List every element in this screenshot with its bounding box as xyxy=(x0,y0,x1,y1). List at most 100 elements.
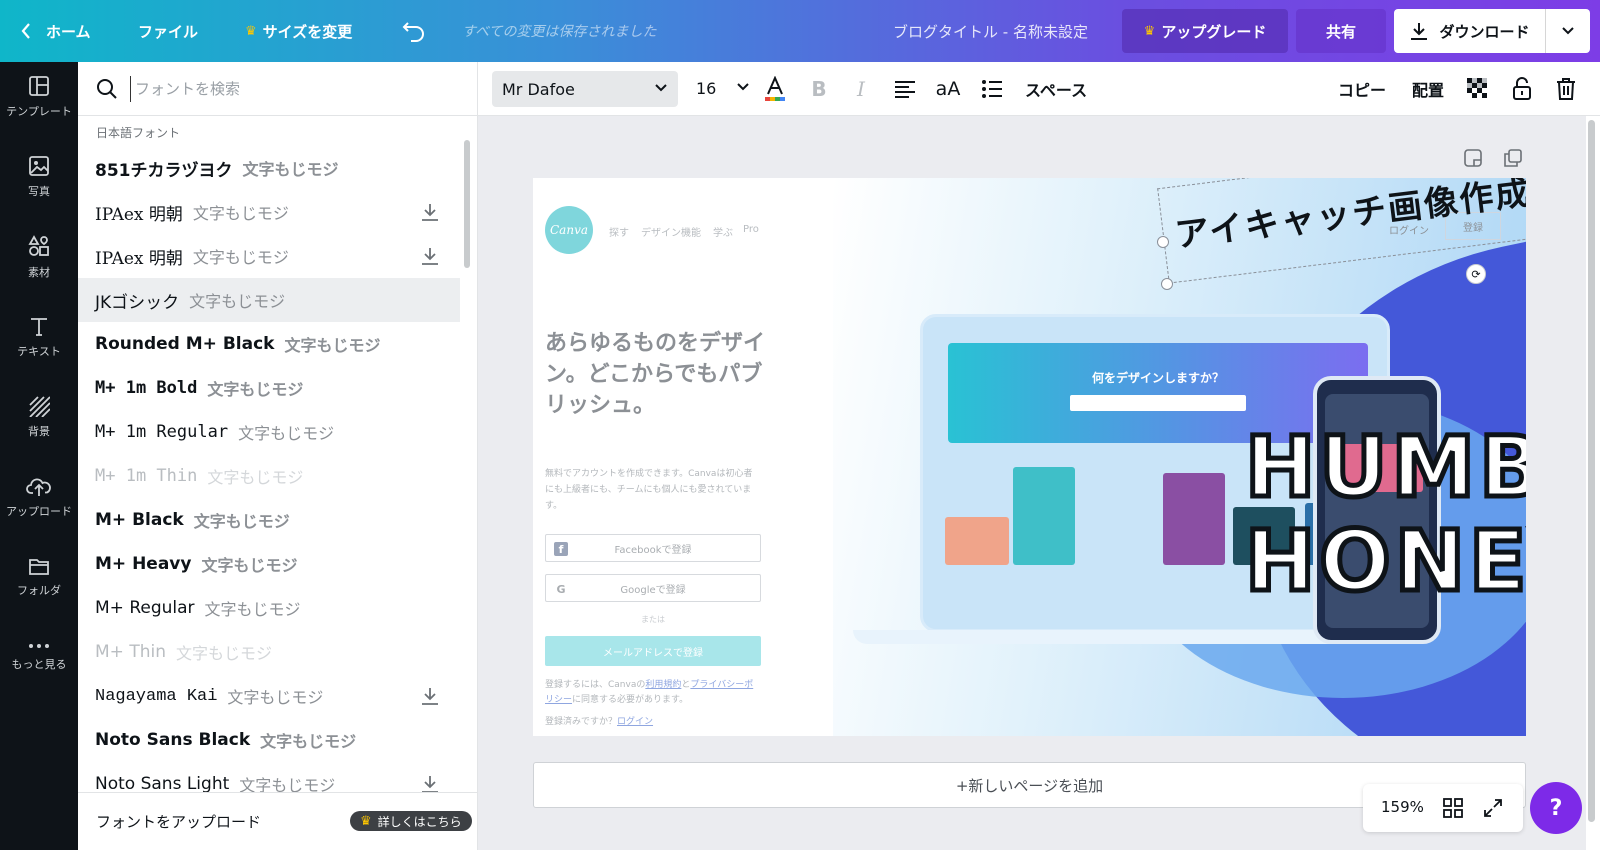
font-option-name: Noto Sans Light xyxy=(95,774,230,792)
facebook-signup-mock: f Facebookで登録 xyxy=(545,534,761,562)
rail-templates[interactable]: テンプレート xyxy=(0,62,78,132)
mini-nav-item: デザイン機能 xyxy=(641,228,701,239)
font-option[interactable]: M+ Thin 文字もじモジ xyxy=(78,630,460,674)
rotate-icon[interactable]: ⟳ xyxy=(1466,264,1486,284)
document-title[interactable]: ブログタイトル - 名称未設定 xyxy=(893,0,1088,62)
font-search-input[interactable] xyxy=(130,76,450,102)
rail-label: フォルダ xyxy=(17,584,61,597)
font-option[interactable]: Rounded M+ Black 文字もじモジ xyxy=(78,322,460,366)
or-divider: または xyxy=(641,615,665,624)
template-icon xyxy=(29,76,49,96)
resize-button[interactable]: ♛ サイズを変更 xyxy=(245,0,352,62)
letter-case-button[interactable]: aA xyxy=(934,62,962,116)
rail-folders[interactable]: フォルダ xyxy=(0,542,78,612)
help-button[interactable]: ? xyxy=(1530,782,1582,834)
mini-nav-item: Pro xyxy=(743,224,759,235)
download-button[interactable]: ダウンロード xyxy=(1394,9,1546,53)
font-option-sample: 文字もじモジ xyxy=(239,776,336,792)
zoom-level[interactable]: 159% xyxy=(1381,798,1424,816)
rail-more[interactable]: もっと見る xyxy=(0,622,78,692)
download-icon[interactable] xyxy=(420,686,440,706)
upload-fonts-link[interactable]: フォントをアップロード xyxy=(96,811,261,832)
google-label: Googleで登録 xyxy=(620,584,686,596)
already-text: 登録済みですか？ xyxy=(545,717,618,727)
font-option[interactable]: IPAex 明朝 文字もじモジ xyxy=(78,234,460,278)
big-text-line-2: HONEY xyxy=(1242,512,1526,611)
chevron-left-icon xyxy=(21,23,30,39)
elements-icon xyxy=(28,235,49,256)
resize-handle[interactable] xyxy=(1157,236,1169,248)
undo-icon[interactable] xyxy=(402,20,426,42)
arrange-button[interactable]: 配置 xyxy=(1412,62,1444,116)
font-option-sample: 文字もじモジ xyxy=(193,512,290,531)
font-list-scrollbar[interactable] xyxy=(464,140,470,268)
file-menu[interactable]: ファイル xyxy=(138,0,198,62)
download-label: ダウンロード xyxy=(1439,22,1530,41)
font-option[interactable]: 851チカラヅヨク 文字もじモジ xyxy=(78,146,460,190)
share-button[interactable]: 共有 xyxy=(1296,9,1386,53)
top-bar: ホーム ファイル ♛ サイズを変更 すべての変更は保存されました ブログタイトル… xyxy=(0,0,1600,62)
rail-label: テキスト xyxy=(17,345,61,358)
download-options-button[interactable] xyxy=(1546,9,1590,53)
save-status: すべての変更は保存されました xyxy=(462,24,657,40)
font-option-sample: 文字もじモジ xyxy=(207,468,304,487)
design-page[interactable]: Canva 探す デザイン機能 学ぶ Pro あらゆるものをデザイン。どこからで… xyxy=(533,178,1526,736)
grid-view-icon[interactable] xyxy=(1443,798,1463,818)
font-option[interactable]: M+ Heavy 文字もじモジ xyxy=(78,542,460,586)
chevron-down-icon xyxy=(1562,27,1574,35)
home-button[interactable]: ホーム xyxy=(20,0,91,62)
font-option[interactable]: M+ 1m Regular 文字もじモジ xyxy=(78,410,460,454)
copy-button[interactable]: コピー xyxy=(1338,62,1386,116)
rail-elements[interactable]: 素材 xyxy=(0,222,78,292)
font-family-value: Mr Dafoe xyxy=(502,79,575,99)
resize-handle[interactable] xyxy=(1161,278,1173,290)
workspace-scrollbar[interactable] xyxy=(1588,120,1595,822)
already-registered: 登録済みですか？ログイン xyxy=(545,714,653,727)
rail-uploads[interactable]: アップロード xyxy=(0,462,78,532)
font-option[interactable]: M+ 1m Thin 文字もじモジ xyxy=(78,454,460,498)
email-signup-mock: メールアドレスで登録 xyxy=(545,636,761,666)
humble-honey-text[interactable]: HUMBLE HONEY xyxy=(1242,418,1526,611)
upload-icon xyxy=(26,478,51,496)
font-option-sample: 文字もじモジ xyxy=(227,690,324,708)
align-button[interactable] xyxy=(892,62,918,116)
font-option-sample: 文字もじモジ xyxy=(192,204,289,223)
upgrade-button[interactable]: ♛ アップグレード xyxy=(1122,9,1288,53)
facebook-label: Facebookで登録 xyxy=(614,544,692,556)
bold-button[interactable]: B xyxy=(808,62,830,116)
download-icon[interactable] xyxy=(420,246,440,266)
background-icon xyxy=(29,396,50,417)
font-option[interactable]: Noto Sans Light 文字もじモジ xyxy=(78,762,460,792)
font-option[interactable]: M+ Black 文字もじモジ xyxy=(78,498,460,542)
rail-photos[interactable]: 写真 xyxy=(0,142,78,212)
font-family-dropdown[interactable]: Mr Dafoe xyxy=(492,71,678,107)
lock-button[interactable] xyxy=(1510,62,1534,116)
font-option[interactable]: M+ 1m Bold 文字もじモジ xyxy=(78,366,460,410)
download-icon[interactable] xyxy=(420,202,440,222)
note-icon[interactable] xyxy=(1463,148,1483,168)
font-option[interactable]: Nagayama Kai 文字もじモジ xyxy=(78,674,460,718)
italic-button[interactable]: I xyxy=(850,62,872,116)
font-size-value[interactable]: 16 xyxy=(696,79,716,98)
chevron-down-icon[interactable] xyxy=(736,80,750,94)
font-option[interactable]: M+ Regular 文字もじモジ xyxy=(78,586,460,630)
thumbnail xyxy=(1163,473,1225,565)
list-button[interactable] xyxy=(980,62,1004,116)
font-option[interactable]: Noto Sans Black 文字もじモジ xyxy=(78,718,460,762)
spacing-button[interactable]: スペース xyxy=(1025,62,1087,116)
rail-text[interactable]: テキスト xyxy=(0,302,78,372)
transparency-button[interactable] xyxy=(1466,62,1490,116)
download-icon[interactable] xyxy=(420,774,440,792)
learn-more-badge[interactable]: ♛ 詳しくはこちら xyxy=(350,811,472,831)
font-option-name: 851チカラヅヨク xyxy=(95,160,233,181)
font-option[interactable]: JKゴシック 文字もじモジ xyxy=(78,278,460,322)
duplicate-page-icon[interactable] xyxy=(1503,148,1523,168)
text-color-button[interactable] xyxy=(762,62,788,116)
font-option-sample: 文字もじモジ xyxy=(192,248,289,267)
fullscreen-icon[interactable] xyxy=(1483,798,1503,818)
font-option[interactable]: IPAex 明朝 文字もじモジ xyxy=(78,190,460,234)
align-left-icon xyxy=(895,81,915,98)
rail-background[interactable]: 背景 xyxy=(0,382,78,452)
upgrade-label: アップグレード xyxy=(1161,22,1267,41)
delete-button[interactable] xyxy=(1554,62,1578,116)
